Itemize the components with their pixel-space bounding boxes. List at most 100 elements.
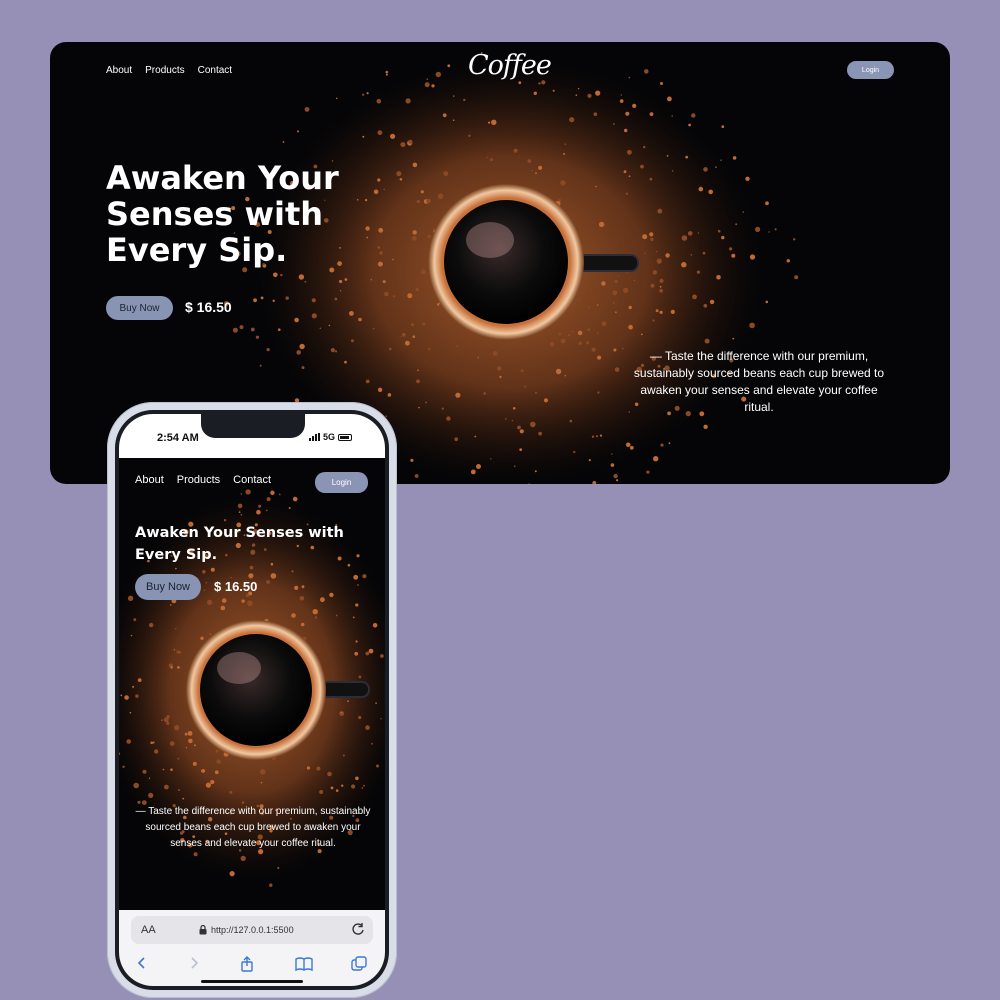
coffee-speck [291, 613, 296, 618]
coffee-speck [709, 299, 715, 305]
nav-about[interactable]: About [106, 65, 132, 76]
coffee-speck [330, 348, 335, 353]
coffee-speck [177, 757, 180, 760]
coffee-speck [169, 741, 175, 746]
coffee-speck [280, 273, 283, 277]
login-button[interactable]: Login [847, 61, 894, 79]
browser-chrome: AA http://127.0.0.1:5500 [119, 910, 385, 986]
coffee-speck [569, 419, 573, 423]
coffee-speck [555, 368, 562, 375]
coffee-speck [622, 347, 624, 350]
coffee-speck [412, 230, 417, 235]
coffee-speck [365, 725, 370, 730]
coffee-speck [592, 481, 597, 484]
coffee-speck [372, 327, 375, 330]
coffee-speck [655, 309, 659, 313]
nav-contact[interactable]: Contact [233, 474, 271, 486]
coffee-speck [688, 123, 691, 127]
coffee-speck [148, 792, 154, 798]
coffee-speck [304, 280, 307, 283]
coffee-speck [499, 375, 502, 379]
coffee-speck [463, 98, 466, 102]
coffee-speck [646, 470, 650, 474]
coffee-speck [135, 694, 139, 698]
coffee-speck [294, 585, 299, 590]
coffee-speck [392, 295, 395, 298]
coffee-speck [129, 711, 132, 714]
coffee-speck [619, 99, 624, 103]
coffee-speck [428, 348, 431, 351]
coffee-speck [122, 765, 125, 768]
coffee-speck [468, 134, 471, 137]
coffee-speck [653, 456, 659, 462]
coffee-speck [702, 251, 706, 255]
coffee-speck [260, 781, 263, 784]
coffee-speck [229, 790, 233, 794]
coffee-speck [721, 125, 725, 129]
home-indicator [201, 980, 303, 983]
nav-products[interactable]: Products [177, 474, 220, 486]
coffee-speck [596, 332, 599, 335]
coffee-speck [735, 223, 738, 226]
coffee-speck [344, 278, 348, 281]
tabs-icon[interactable] [351, 956, 367, 972]
coffee-speck [362, 574, 367, 579]
coffee-speck [518, 81, 522, 85]
coffee-speck [425, 401, 427, 404]
coffee-speck [488, 121, 491, 124]
coffee-speck [534, 391, 537, 394]
coffee-speck [200, 636, 204, 640]
nav-about[interactable]: About [135, 474, 164, 486]
coffee-speck [378, 227, 384, 233]
coffee-speck [698, 186, 704, 192]
coffee-speck [708, 189, 713, 195]
coffee-speck [599, 434, 603, 437]
nav-contact[interactable]: Contact [198, 65, 232, 76]
coffee-speck [530, 421, 536, 428]
coffee-speck [640, 333, 643, 336]
coffee-speck [643, 145, 646, 149]
coffee-speck [616, 479, 619, 482]
coffee-speck [563, 153, 566, 155]
login-button[interactable]: Login [315, 472, 368, 493]
coffee-speck [329, 592, 334, 598]
forward-icon[interactable] [187, 956, 201, 970]
coffee-speck [192, 761, 197, 766]
coffee-speck [667, 96, 672, 102]
coffee-speck [650, 283, 655, 288]
bookmarks-icon[interactable] [295, 956, 313, 972]
coffee-speck [387, 393, 392, 397]
coffee-speck [681, 262, 687, 268]
coffee-speck [335, 97, 338, 100]
coffee-speck [400, 142, 406, 148]
coffee-speck [511, 419, 514, 422]
coffee-speck [685, 155, 689, 159]
text-size-button[interactable]: AA [141, 924, 156, 936]
coffee-speck [517, 425, 521, 430]
coffee-speck [185, 747, 187, 749]
coffee-speck [127, 595, 134, 601]
coffee-speck [411, 323, 414, 327]
share-icon[interactable] [239, 956, 255, 972]
brand-logo[interactable]: Coffee [468, 50, 552, 81]
coffee-speck [375, 702, 377, 704]
coffee-speck [354, 651, 359, 656]
coffee-speck [633, 279, 636, 282]
coffee-speck [524, 385, 526, 388]
back-icon[interactable] [135, 956, 149, 970]
coffee-speck [628, 76, 631, 79]
reload-icon[interactable] [351, 922, 365, 936]
hero-tagline: — Taste the difference with our premium,… [633, 349, 885, 414]
coffee-speck [382, 280, 386, 284]
coffee-speck [611, 453, 613, 455]
buy-now-button[interactable]: Buy Now [135, 574, 201, 600]
coffee-speck [120, 694, 123, 697]
coffee-speck [670, 309, 675, 314]
coffee-speck [292, 496, 298, 502]
coffee-speck [142, 769, 147, 774]
buy-now-button[interactable]: Buy Now [106, 296, 173, 320]
nav-products[interactable]: Products [145, 65, 184, 76]
coffee-speck [745, 176, 750, 181]
address-bar[interactable]: AA http://127.0.0.1:5500 [131, 916, 373, 944]
coffee-speck [571, 330, 574, 333]
